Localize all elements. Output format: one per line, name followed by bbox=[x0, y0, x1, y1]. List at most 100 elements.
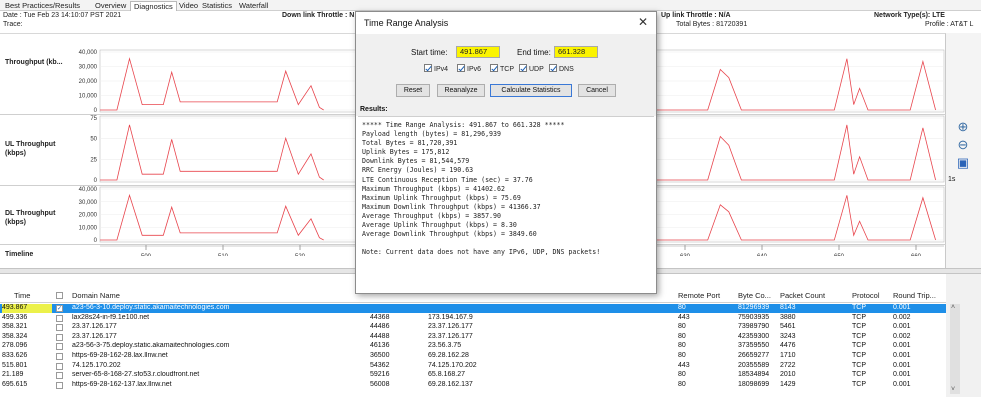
cell-packets: 2722 bbox=[780, 361, 796, 369]
zoom-in-icon[interactable]: ⊕ bbox=[954, 119, 972, 135]
col-round-trip[interactable]: Round Trip... bbox=[893, 290, 936, 302]
cell-protocol: TCP bbox=[852, 361, 866, 369]
y-tick-label: 20,000 bbox=[79, 213, 98, 219]
cell-packets: 3243 bbox=[780, 332, 796, 340]
table-header-divider bbox=[0, 302, 946, 303]
row-checkbox[interactable] bbox=[56, 362, 63, 370]
results-line: Payload length (bytes) = 81,296,939 bbox=[362, 130, 501, 139]
row-checkbox[interactable] bbox=[56, 324, 63, 332]
dns-checkbox[interactable]: DNS bbox=[549, 64, 574, 73]
calculate-statistics-button[interactable]: Calculate Statistics bbox=[490, 84, 572, 97]
uplink-throttle: Up link Throttle : N/A bbox=[661, 12, 731, 19]
checkbox-icon bbox=[490, 64, 498, 72]
cell-bytes: 73989790 bbox=[738, 323, 770, 331]
time-range-analysis-dialog: Time Range Analysis ✕ Start time: 491.86… bbox=[355, 11, 657, 294]
cell-local-port: 44486 bbox=[370, 323, 390, 331]
ipv6-checkbox[interactable]: IPv6 bbox=[457, 64, 481, 73]
results-line: Uplink Bytes = 175,812 bbox=[362, 148, 450, 157]
results-line: Total Bytes = 81,720,391 bbox=[362, 139, 458, 148]
cell-rtt: 0.001 bbox=[893, 380, 911, 388]
cell-remote-ip: 69.28.162.28 bbox=[428, 352, 469, 359]
table-vertical-scrollbar[interactable]: ˄ ˅ bbox=[946, 274, 981, 397]
table-row[interactable]: 21.189 server-65-8-168-27.sfo53.r.cloudfr… bbox=[0, 371, 946, 380]
cell-bytes: 37359550 bbox=[738, 342, 770, 350]
col-remote-port[interactable]: Remote Port bbox=[678, 290, 720, 302]
cell-packets: 1429 bbox=[780, 380, 796, 388]
y-tick-label: 75 bbox=[90, 116, 97, 122]
select-all-checkbox[interactable] bbox=[56, 292, 63, 299]
y-tick-label: 40,000 bbox=[79, 187, 98, 193]
results-line: RRC Energy (Joules) = 190.63 bbox=[362, 166, 474, 175]
col-protocol[interactable]: Protocol bbox=[852, 290, 880, 302]
col-domain[interactable]: Domain Name bbox=[72, 290, 120, 302]
scroll-up-icon[interactable]: ˄ bbox=[951, 304, 955, 311]
results-label: Results: bbox=[360, 106, 388, 113]
y-tick-label: 10,000 bbox=[79, 225, 98, 231]
results-line: ***** Time Range Analysis: 491.867 to 66… bbox=[362, 121, 565, 129]
cell-local-port: 44488 bbox=[370, 332, 390, 340]
table-row[interactable]: 358.321 23.37.126.177 44486 23.37.126.177 80… bbox=[0, 323, 946, 332]
table-row[interactable]: 833.626 https-69-28-162-28.lax.llnw.net 36… bbox=[0, 352, 946, 361]
zoom-out-icon[interactable]: ⊖ bbox=[954, 137, 972, 153]
tab-best-practices[interactable]: Best Practices/Results bbox=[2, 1, 83, 11]
profile: Profile : AT&T L bbox=[925, 21, 974, 28]
table-row[interactable]: ✓ 493.867 a23-56-3-10.deploy.static.akamai… bbox=[0, 304, 946, 313]
tab-overview[interactable]: Overview bbox=[92, 1, 129, 11]
dialog-controls: Start time: 491.867 End time: 661.328 IP… bbox=[356, 34, 656, 116]
tab-statistics[interactable]: Statistics bbox=[199, 1, 235, 11]
start-time-field[interactable]: 491.867 bbox=[456, 46, 500, 58]
cell-time: 833.626 bbox=[2, 352, 28, 359]
row-checkbox[interactable] bbox=[56, 343, 63, 351]
cell-protocol: TCP bbox=[852, 313, 866, 321]
cell-rtt: 0.002 bbox=[893, 313, 911, 321]
tcp-checkbox[interactable]: TCP bbox=[490, 64, 514, 73]
results-line: LTE Continuous Reception Time (sec) = 37… bbox=[362, 175, 533, 184]
row-checkbox[interactable] bbox=[56, 353, 63, 360]
save-icon[interactable]: ▣ bbox=[954, 155, 972, 171]
y-tick-label: 0 bbox=[94, 238, 98, 244]
scrollbar-track[interactable] bbox=[950, 304, 960, 394]
ipv4-checkbox[interactable]: IPv4 bbox=[424, 64, 448, 73]
dialog-titlebar[interactable]: Time Range Analysis ✕ bbox=[356, 12, 656, 34]
downlink-throttle: Down link Throttle : N bbox=[282, 12, 355, 19]
col-packet-count[interactable]: Packet Count bbox=[780, 290, 825, 302]
row-checkbox[interactable]: ✓ bbox=[56, 305, 63, 312]
row-checkbox[interactable] bbox=[56, 372, 63, 380]
table-row[interactable]: 278.096 a23-56-3-75.deploy.static.akamait… bbox=[0, 342, 946, 351]
col-time[interactable]: Time bbox=[14, 290, 30, 302]
scroll-down-icon[interactable]: ˅ bbox=[951, 386, 955, 393]
cell-time: 358.324 bbox=[2, 332, 28, 340]
reanalyze-button[interactable]: Reanalyze bbox=[437, 84, 485, 97]
tab-diagnostics[interactable]: Diagnostics bbox=[130, 1, 177, 11]
table-row[interactable]: 499.336 lax28s24-in-f9.1e100.net 44368 173.… bbox=[0, 314, 946, 323]
cell-domain: https-69-28-162-28.lax.llnw.net bbox=[72, 352, 168, 359]
col-byte-count[interactable]: Byte Co... bbox=[738, 290, 771, 302]
ipv6-label: IPv6 bbox=[467, 66, 482, 73]
close-icon[interactable]: ✕ bbox=[638, 15, 648, 29]
results-line: Downlink Bytes = 81,544,579 bbox=[362, 157, 470, 166]
y-tick-label: 40,000 bbox=[79, 50, 98, 56]
tab-video[interactable]: Video bbox=[176, 1, 201, 11]
end-time-field[interactable]: 661.328 bbox=[554, 46, 598, 58]
cell-remote-ip: 23.56.3.75 bbox=[428, 342, 462, 350]
table-row[interactable]: 358.324 23.37.126.177 44488 23.37.126.177 80… bbox=[0, 333, 946, 342]
cell-domain: a23-56-3-75.deploy.static.akamaitechnolo… bbox=[72, 342, 230, 350]
cancel-button[interactable]: Cancel bbox=[578, 84, 616, 97]
row-checkbox[interactable] bbox=[56, 333, 63, 341]
cell-rtt: 0.001 bbox=[893, 352, 911, 359]
udp-checkbox[interactable]: UDP bbox=[519, 64, 544, 73]
results-line: Note: Current data does not have any IPv… bbox=[362, 248, 601, 257]
tab-waterfall[interactable]: Waterfall bbox=[236, 1, 271, 11]
row-checkbox[interactable] bbox=[56, 381, 63, 389]
reset-button[interactable]: Reset bbox=[396, 84, 430, 97]
timeline-tick-label: 660 bbox=[911, 254, 922, 256]
dns-label: DNS bbox=[559, 66, 574, 73]
table-row[interactable]: 515.801 74.125.170.202 54362 74.125.170.202… bbox=[0, 362, 946, 371]
cell-time: 499.336 bbox=[2, 313, 28, 321]
chart-toolbar: ⊕ ⊖ ▣ 1s bbox=[946, 33, 981, 268]
cell-rtt: 0.001 bbox=[893, 304, 911, 311]
y-tick-label: 50 bbox=[90, 137, 97, 143]
table-row[interactable]: 695.615 https-69-28-162-137.lax.llnw.net 5… bbox=[0, 381, 946, 390]
row-checkbox[interactable] bbox=[56, 314, 63, 322]
cell-local-port: 59216 bbox=[370, 371, 390, 379]
